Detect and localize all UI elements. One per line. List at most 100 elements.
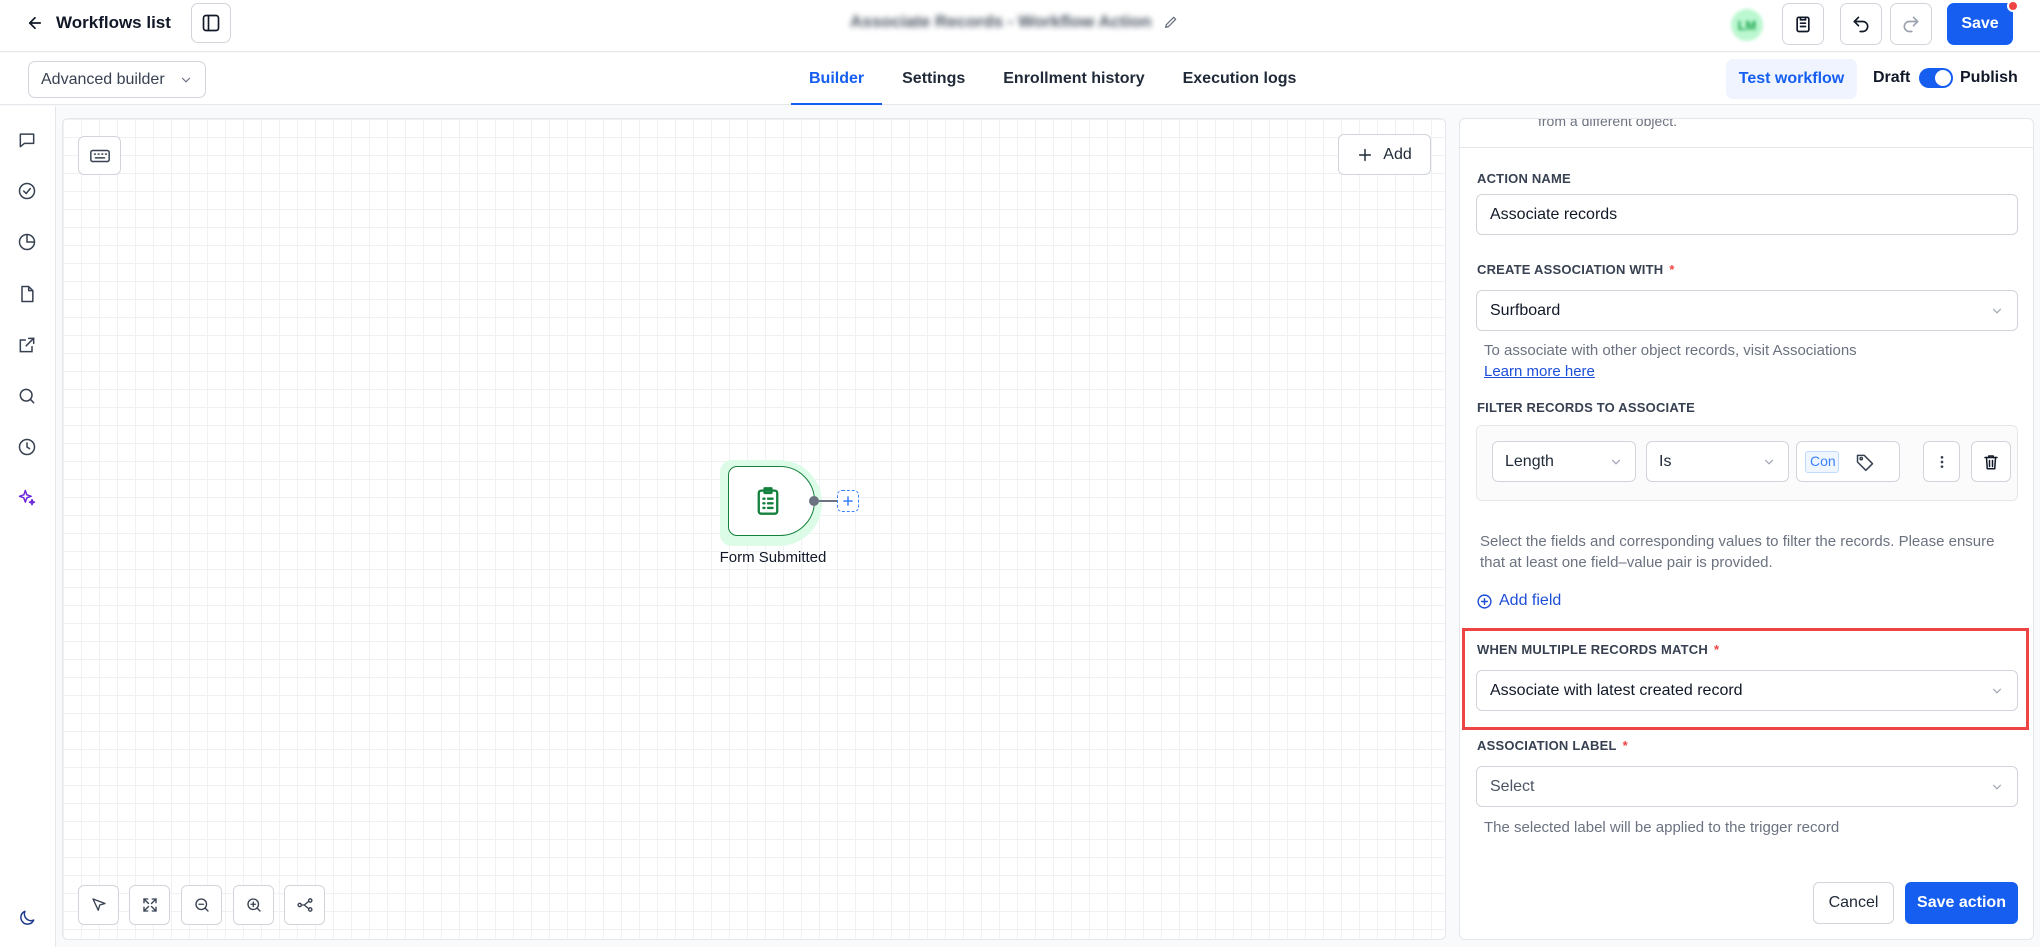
clipboard-form-icon bbox=[754, 486, 782, 516]
filter-more-button[interactable] bbox=[1923, 441, 1960, 482]
top-bar: Workflows list Associate Records - Workf… bbox=[0, 0, 2040, 52]
add-field-button[interactable]: Add field bbox=[1476, 592, 1561, 610]
panel-divider bbox=[1460, 147, 2033, 148]
redo-button[interactable] bbox=[1890, 3, 1932, 45]
plus-square-icon bbox=[841, 494, 855, 508]
tab-execution-logs[interactable]: Execution logs bbox=[1164, 53, 1316, 105]
notification-dot bbox=[2007, 0, 2019, 12]
create-association-value: Surfboard bbox=[1490, 301, 1561, 319]
chevron-down-icon bbox=[1762, 455, 1776, 469]
filter-operator-select[interactable]: Is bbox=[1646, 441, 1789, 482]
chevron-down-icon bbox=[179, 73, 193, 87]
filter-value-chip[interactable]: Con bbox=[1805, 450, 1839, 473]
clipboard-list-icon bbox=[1793, 14, 1813, 34]
pointer-tool-button[interactable] bbox=[78, 885, 119, 925]
pointer-icon bbox=[90, 896, 108, 914]
action-name-value: Associate records bbox=[1490, 205, 1618, 223]
pie-chart-icon[interactable] bbox=[15, 230, 39, 254]
highlight-box bbox=[1462, 628, 2029, 730]
builder-tabs: Builder Settings Enrollment history Exec… bbox=[790, 53, 1315, 105]
add-node-label: Add bbox=[1383, 145, 1412, 163]
learn-more-link[interactable]: Learn more here bbox=[1484, 361, 1857, 382]
chevron-down-icon bbox=[1609, 455, 1623, 469]
auto-layout-icon bbox=[296, 896, 314, 914]
workflow-title[interactable]: Associate Records - Workflow Action bbox=[850, 12, 1179, 32]
panel-description-cut: from a different object. bbox=[1538, 118, 1678, 129]
sidebar-toggle-button[interactable] bbox=[191, 3, 231, 43]
keyboard-icon bbox=[89, 147, 111, 165]
association-label-help: The selected label will be applied to th… bbox=[1484, 819, 1840, 836]
chat-icon[interactable] bbox=[15, 128, 39, 152]
auto-layout-button[interactable] bbox=[284, 885, 325, 925]
arrow-left-icon bbox=[26, 14, 44, 32]
pencil-icon[interactable] bbox=[1163, 14, 1179, 30]
tab-settings[interactable]: Settings bbox=[883, 53, 984, 105]
test-workflow-button[interactable]: Test workflow bbox=[1726, 59, 1857, 99]
check-circle-icon[interactable] bbox=[15, 179, 39, 203]
tag-icon[interactable] bbox=[1855, 452, 1875, 472]
user-avatar[interactable]: LM bbox=[1731, 9, 1763, 41]
left-rail bbox=[0, 106, 56, 947]
filter-field-select[interactable]: Length bbox=[1492, 441, 1636, 482]
trigger-node-label: Form Submitted bbox=[719, 549, 827, 566]
required-mark: * bbox=[1669, 262, 1675, 277]
association-label-select[interactable]: Select bbox=[1476, 766, 2018, 807]
file-icon[interactable] bbox=[15, 282, 39, 306]
plus-icon bbox=[1357, 147, 1373, 163]
trash-icon bbox=[1982, 453, 2000, 471]
filter-value-field[interactable]: Con bbox=[1796, 441, 1900, 482]
zoom-in-icon bbox=[245, 896, 263, 914]
association-help-line: To associate with other object records, … bbox=[1484, 342, 1857, 359]
fit-view-button[interactable] bbox=[129, 885, 170, 925]
search-icon[interactable] bbox=[15, 384, 39, 408]
history-icon[interactable] bbox=[15, 435, 39, 459]
chevron-down-icon bbox=[1990, 780, 2004, 794]
back-to-workflows-link[interactable]: Workflows list bbox=[26, 10, 171, 36]
back-link-label: Workflows list bbox=[56, 13, 171, 32]
filter-operator-value: Is bbox=[1659, 452, 1672, 470]
panel-left-icon bbox=[201, 13, 221, 33]
more-vertical-icon bbox=[1934, 454, 1950, 470]
sparkles-icon[interactable] bbox=[15, 486, 39, 510]
filter-records-label: FILTER RECORDS TO ASSOCIATE bbox=[1477, 400, 1695, 415]
action-config-panel: from a different object. ACTION NAME Ass… bbox=[1459, 118, 2034, 940]
zoom-out-icon bbox=[193, 896, 211, 914]
save-action-button[interactable]: Save action bbox=[1905, 882, 2018, 924]
filter-field-value: Length bbox=[1505, 452, 1554, 470]
create-association-select[interactable]: Surfboard bbox=[1476, 290, 2018, 331]
undo-button[interactable] bbox=[1840, 3, 1882, 45]
draft-label: Draft bbox=[1873, 69, 1911, 86]
tab-enrollment-history[interactable]: Enrollment history bbox=[984, 53, 1163, 105]
moon-icon[interactable] bbox=[15, 906, 39, 930]
association-help-text: To associate with other object records, … bbox=[1484, 340, 1857, 382]
filter-row: Length Is Con bbox=[1476, 425, 2018, 501]
redo-icon bbox=[1901, 14, 1921, 34]
builder-mode-value: Advanced builder bbox=[41, 70, 165, 88]
keyboard-shortcuts-button[interactable] bbox=[78, 136, 121, 175]
publish-toggle[interactable] bbox=[1919, 68, 1953, 88]
tab-builder[interactable]: Builder bbox=[790, 53, 883, 105]
cancel-button[interactable]: Cancel bbox=[1813, 882, 1894, 924]
add-field-label: Add field bbox=[1499, 592, 1562, 609]
zoom-out-button[interactable] bbox=[181, 885, 222, 925]
action-name-input[interactable]: Associate records bbox=[1476, 194, 2018, 235]
delete-filter-button[interactable] bbox=[1971, 441, 2011, 482]
undo-icon bbox=[1851, 14, 1871, 34]
save-button[interactable]: Save bbox=[1947, 3, 2013, 45]
builder-mode-select[interactable]: Advanced builder bbox=[28, 61, 206, 98]
association-label-label: ASSOCIATION LABEL * bbox=[1477, 738, 1628, 753]
fit-view-icon bbox=[141, 896, 159, 914]
clipboard-button[interactable] bbox=[1782, 3, 1824, 45]
add-next-step-button[interactable] bbox=[837, 490, 859, 512]
create-association-label: CREATE ASSOCIATION WITH * bbox=[1477, 262, 1675, 277]
node-connector-handle[interactable] bbox=[809, 496, 819, 506]
builder-toolbar: Advanced builder Builder Settings Enroll… bbox=[0, 53, 2040, 105]
workflow-canvas[interactable]: Add Form Submitted bbox=[62, 118, 1446, 940]
zoom-in-button[interactable] bbox=[233, 885, 274, 925]
add-node-button[interactable]: Add bbox=[1338, 134, 1431, 175]
external-link-icon[interactable] bbox=[15, 333, 39, 357]
plus-circle-icon bbox=[1476, 593, 1493, 610]
node-connector-edge bbox=[819, 500, 837, 502]
association-label-value: Select bbox=[1490, 777, 1535, 795]
trigger-node[interactable] bbox=[728, 466, 815, 536]
